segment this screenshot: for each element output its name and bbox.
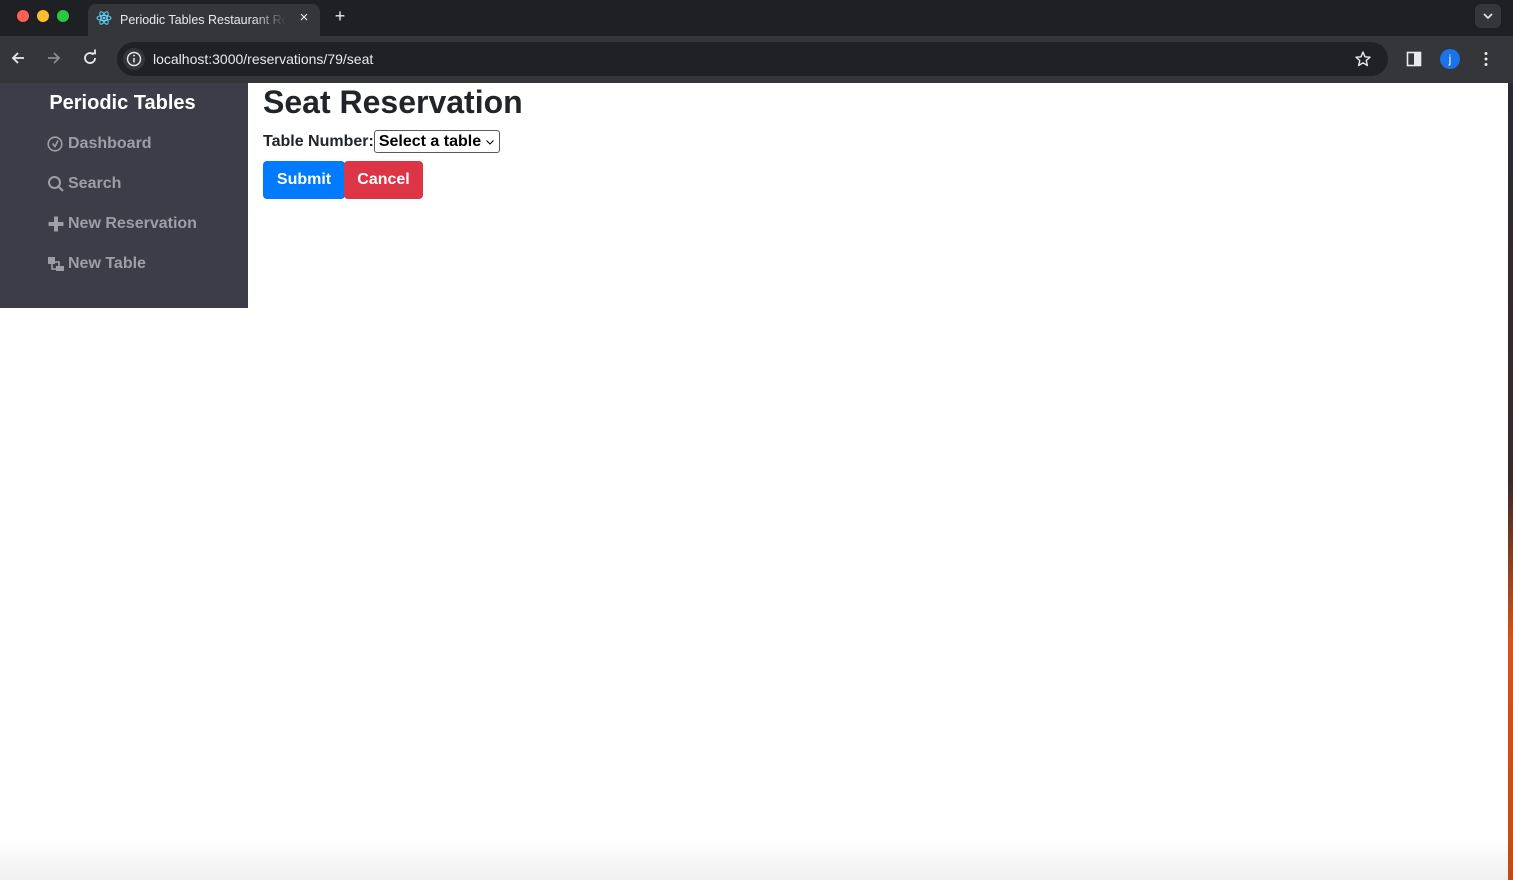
search-icon bbox=[48, 176, 64, 192]
bottom-shadow bbox=[0, 840, 1508, 880]
side-panel-icon[interactable] bbox=[1405, 50, 1423, 68]
tab-search-button[interactable] bbox=[1475, 4, 1501, 28]
table-number-row: Table Number: Select a table bbox=[263, 130, 501, 153]
desktop-edge bbox=[1508, 83, 1513, 880]
chevron-down-icon bbox=[1483, 13, 1493, 20]
window-close-button[interactable] bbox=[17, 10, 29, 22]
tab-title: Periodic Tables Restaurant Reservations bbox=[120, 13, 286, 27]
bookmark-star-icon[interactable] bbox=[1354, 50, 1372, 68]
brand-title[interactable]: Periodic Tables bbox=[0, 92, 245, 115]
sidebar-item-label: New Reservation bbox=[68, 215, 197, 232]
layers-icon bbox=[48, 257, 64, 271]
browser-tab-bar: Periodic Tables Restaurant Reservations … bbox=[0, 0, 1513, 36]
info-icon bbox=[126, 51, 142, 67]
back-arrow-icon[interactable] bbox=[8, 48, 28, 68]
tab-close-icon[interactable]: × bbox=[296, 10, 312, 26]
page-viewport: Periodic Tables Dashboard Search New Res… bbox=[0, 83, 1508, 880]
table-select[interactable]: Select a table bbox=[373, 130, 501, 153]
cancel-button[interactable]: Cancel bbox=[344, 161, 423, 199]
new-tab-button[interactable]: + bbox=[330, 6, 350, 26]
dashboard-icon bbox=[47, 136, 63, 152]
site-info-button[interactable] bbox=[123, 48, 145, 70]
plus-icon bbox=[48, 216, 64, 232]
reload-icon[interactable] bbox=[80, 48, 100, 68]
sidebar-item-new-table[interactable]: New Table bbox=[47, 252, 146, 276]
table-number-label: Table Number: bbox=[263, 132, 374, 150]
more-menu-icon[interactable] bbox=[1477, 50, 1495, 68]
chevron-down-icon bbox=[486, 139, 494, 145]
browser-toolbar: localhost:3000/reservations/79/seat bbox=[0, 36, 1513, 83]
window-minimize-button[interactable] bbox=[37, 10, 49, 22]
sidebar-item-search[interactable]: Search bbox=[47, 172, 121, 196]
sidebar-item-label: New Table bbox=[68, 255, 146, 272]
sidebar-item-label: Search bbox=[68, 175, 122, 192]
forward-arrow-icon[interactable] bbox=[44, 48, 64, 68]
browser-tab[interactable]: Periodic Tables Restaurant Reservations … bbox=[88, 4, 320, 36]
url-text[interactable]: localhost:3000/reservations/79/seat bbox=[153, 51, 373, 67]
profile-avatar[interactable]: j bbox=[1440, 49, 1460, 69]
address-bar[interactable]: localhost:3000/reservations/79/seat bbox=[117, 42, 1388, 76]
window-maximize-button[interactable] bbox=[57, 10, 69, 22]
sidebar-item-label: Dashboard bbox=[68, 135, 152, 152]
sidebar-item-new-reservation[interactable]: New Reservation bbox=[47, 212, 197, 236]
page-title: Seat Reservation bbox=[263, 84, 523, 120]
table-select-value: Select a table bbox=[378, 132, 482, 150]
sidebar-item-dashboard[interactable]: Dashboard bbox=[47, 132, 152, 156]
react-favicon-icon bbox=[96, 11, 112, 25]
sidebar: Periodic Tables Dashboard Search New Res… bbox=[0, 83, 248, 308]
submit-button[interactable]: Submit bbox=[263, 161, 345, 199]
